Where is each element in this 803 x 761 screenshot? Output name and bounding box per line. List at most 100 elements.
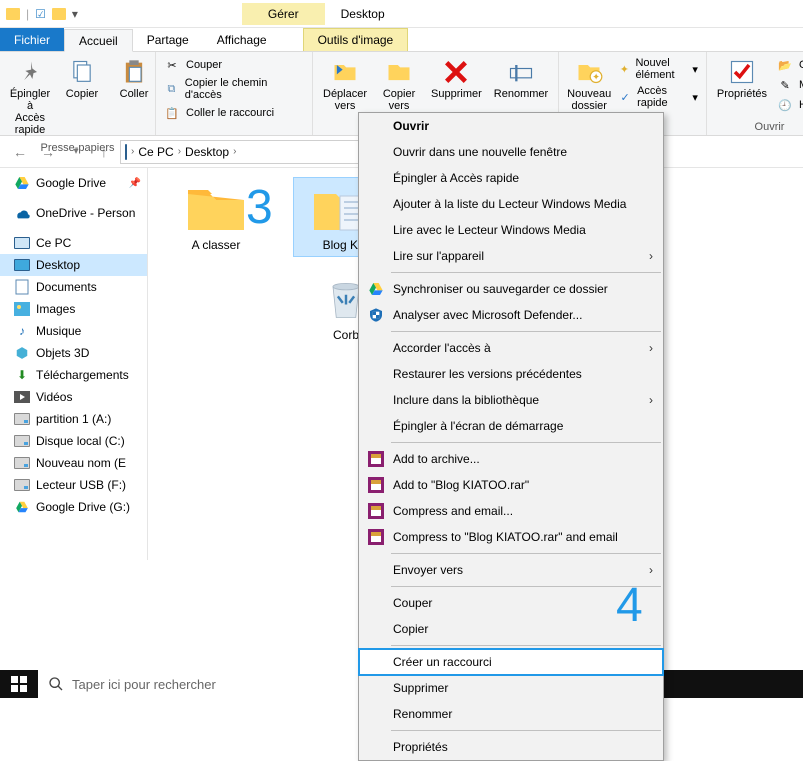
sidebar-item-downloads[interactable]: ⬇Téléchargements	[0, 364, 147, 386]
menu-divider	[391, 442, 661, 443]
menu-divider	[391, 553, 661, 554]
copy-to-button[interactable]: Copier vers	[375, 56, 423, 114]
rename-button[interactable]: Renommer	[490, 56, 552, 102]
copy-icon	[68, 58, 96, 86]
ctx-open[interactable]: Ouvrir	[359, 113, 663, 139]
ctx-delete[interactable]: Supprimer	[359, 675, 663, 701]
ctx-wmp-play[interactable]: Lire avec le Lecteur Windows Media	[359, 217, 663, 243]
drive-icon	[14, 433, 30, 449]
defender-icon	[367, 306, 385, 324]
ctx-grant-access[interactable]: Accorder l'accès à›	[359, 335, 663, 361]
move-to-button[interactable]: Déplacer vers	[319, 56, 371, 114]
sidebar-item-local-c[interactable]: Disque local (C:)	[0, 430, 147, 452]
windows-icon	[11, 676, 27, 692]
easy-access-button[interactable]: ✓ Accès rapide▾	[617, 84, 700, 110]
contextual-tab-label: Gérer	[242, 3, 325, 25]
ctx-add-rar[interactable]: Add to "Blog KIATOO.rar"	[359, 472, 663, 498]
ctx-send-to[interactable]: Envoyer vers›	[359, 557, 663, 583]
scissors-icon: ✂	[164, 57, 180, 73]
window-title: Desktop	[341, 7, 385, 21]
ctx-add-archive[interactable]: Add to archive...	[359, 446, 663, 472]
winrar-icon	[367, 528, 385, 546]
checkbox-icon[interactable]: ☑	[35, 7, 46, 21]
paste-shortcut-button[interactable]: 📋 Coller le raccourci	[162, 104, 276, 122]
start-button[interactable]	[0, 670, 38, 698]
overflow-icon[interactable]: ▾	[72, 7, 78, 21]
ctx-compress-rar-email[interactable]: Compress to "Blog KIATOO.rar" and email	[359, 524, 663, 550]
images-icon	[14, 301, 30, 317]
ctx-wmp-add[interactable]: Ajouter à la liste du Lecteur Windows Me…	[359, 191, 663, 217]
tab-view[interactable]: Affichage	[203, 28, 281, 51]
ctx-copy[interactable]: Copier	[359, 616, 663, 642]
edit-icon: ✎	[777, 77, 793, 93]
delete-x-icon	[442, 58, 470, 86]
chevron-right-icon[interactable]: ›	[233, 146, 236, 157]
paste-icon	[120, 58, 148, 86]
sidebar-item-usb-f[interactable]: Lecteur USB (F:)	[0, 474, 147, 496]
sidebar-item-drive-e[interactable]: Nouveau nom (E	[0, 452, 147, 474]
ctx-play-device[interactable]: Lire sur l'appareil›	[359, 243, 663, 269]
tab-home[interactable]: Accueil	[64, 29, 133, 52]
pin-to-quick-access-button[interactable]: Épingler à Accès rapide	[6, 56, 54, 138]
new-item-button[interactable]: ✦ Nouvel élément▾	[617, 56, 700, 82]
tab-share[interactable]: Partage	[133, 28, 203, 51]
open-button[interactable]: 📂Ouvr	[775, 56, 803, 74]
paste-button[interactable]: Coller	[110, 56, 158, 102]
breadcrumb-desktop[interactable]: Desktop	[185, 145, 229, 159]
new-folder-icon: ✦	[575, 58, 603, 86]
folder-item[interactable]: A classer	[168, 178, 264, 256]
edit-button[interactable]: ✎Mod	[775, 76, 803, 94]
desktop-icon	[14, 257, 30, 273]
ctx-defender[interactable]: Analyser avec Microsoft Defender...	[359, 302, 663, 328]
tab-picture-tools[interactable]: Outils d'image	[303, 28, 409, 51]
google-drive-icon	[14, 499, 30, 515]
sidebar-item-google-drive[interactable]: Google Drive📌	[0, 172, 147, 194]
new-folder-button[interactable]: ✦ Nouveau dossier	[565, 56, 613, 114]
ctx-pin-start[interactable]: Épingler à l'écran de démarrage	[359, 413, 663, 439]
qat-sep: |	[26, 7, 29, 21]
history-icon: 🕘	[777, 97, 793, 113]
ctx-open-new-window[interactable]: Ouvrir dans une nouvelle fenêtre	[359, 139, 663, 165]
ctx-restore-versions[interactable]: Restaurer les versions précédentes	[359, 361, 663, 387]
chevron-right-icon[interactable]: ›	[178, 146, 181, 157]
sidebar-item-objects3d[interactable]: Objets 3D	[0, 342, 147, 364]
ctx-rename[interactable]: Renommer	[359, 701, 663, 727]
ctx-sync[interactable]: Synchroniser ou sauvegarder ce dossier	[359, 276, 663, 302]
tab-file[interactable]: Fichier	[0, 28, 64, 51]
new-item-icon: ✦	[619, 61, 629, 77]
ctx-create-shortcut[interactable]: Créer un raccourci	[359, 649, 663, 675]
ctx-include-library[interactable]: Inclure dans la bibliothèque›	[359, 387, 663, 413]
search-icon	[48, 676, 64, 692]
properties-button[interactable]: Propriétés	[713, 56, 771, 102]
pin-icon: 📌	[129, 178, 141, 189]
sidebar-item-documents[interactable]: Documents	[0, 276, 147, 298]
cut-button[interactable]: ✂ Couper	[162, 56, 224, 74]
sidebar-item-music[interactable]: ♪Musique	[0, 320, 147, 342]
sidebar-item-images[interactable]: Images	[0, 298, 147, 320]
folder-icon	[184, 182, 248, 234]
ctx-pin-quick-access[interactable]: Épingler à Accès rapide	[359, 165, 663, 191]
menu-divider	[391, 331, 661, 332]
copy-button[interactable]: Copier	[58, 56, 106, 102]
move-to-icon	[331, 58, 359, 86]
ctx-cut[interactable]: Couper	[359, 590, 663, 616]
item-label: Blog KI	[323, 238, 362, 252]
ctx-compress-email[interactable]: Compress and email...	[359, 498, 663, 524]
group-label-clipboard: Presse-papiers	[0, 142, 155, 156]
sidebar-item-desktop[interactable]: Desktop	[0, 254, 147, 276]
sidebar-item-videos[interactable]: Vidéos	[0, 386, 147, 408]
sidebar-item-onedrive[interactable]: OneDrive - Person	[0, 202, 147, 224]
download-icon: ⬇	[14, 367, 30, 383]
music-icon: ♪	[14, 323, 30, 339]
video-icon	[14, 389, 30, 405]
ctx-properties[interactable]: Propriétés	[359, 734, 663, 760]
delete-button[interactable]: Supprimer	[427, 56, 486, 102]
taskbar-search[interactable]: Taper ici pour rechercher	[38, 670, 358, 698]
sidebar-item-this-pc[interactable]: Ce PC	[0, 232, 147, 254]
sidebar-item-gdrive-g[interactable]: Google Drive (G:)	[0, 496, 147, 518]
copy-path-button[interactable]: ⧉ Copier le chemin d'accès	[162, 76, 300, 102]
history-button[interactable]: 🕘Histo	[775, 96, 803, 114]
sidebar-item-partition-a[interactable]: partition 1 (A:)	[0, 408, 147, 430]
drive-icon	[14, 455, 30, 471]
paste-shortcut-icon: 📋	[164, 105, 180, 121]
